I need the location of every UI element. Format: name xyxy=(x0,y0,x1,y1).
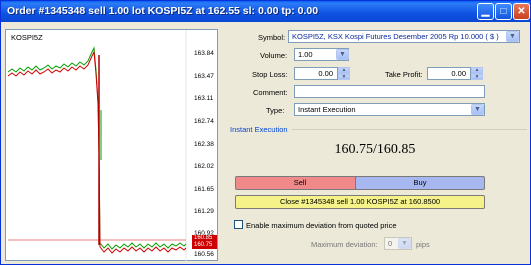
deviation-checkbox-label: Enable maximum deviation from quoted pri… xyxy=(246,221,397,230)
chevron-down-icon[interactable]: ▼ xyxy=(398,238,411,249)
price-axis-label: 163.11 xyxy=(194,95,214,102)
stop-loss-value: 0.00 xyxy=(318,69,333,78)
bid-line xyxy=(7,46,187,250)
pips-label: pips xyxy=(416,240,430,249)
chart-canvas xyxy=(7,30,187,262)
symbol-value: KOSPI5Z, KSX Kospi Futures Desember 2005… xyxy=(292,32,499,41)
chevron-down-icon[interactable]: ▼ xyxy=(336,49,349,60)
close-icon[interactable]: ✕ xyxy=(513,3,530,20)
comment-input[interactable] xyxy=(294,85,485,98)
stop-loss-label: Stop Loss: xyxy=(252,70,288,79)
spin-down-icon[interactable]: ▼ xyxy=(471,73,483,80)
chevron-down-icon[interactable]: ▼ xyxy=(506,31,519,42)
stop-loss-input[interactable]: 0.00 xyxy=(294,67,338,80)
take-profit-value: 0.00 xyxy=(451,69,466,78)
price-axis-label: 162.38 xyxy=(194,141,214,148)
sell-button[interactable]: Sell xyxy=(235,176,365,190)
symbol-label: Symbol: xyxy=(258,33,286,42)
max-deviation-value: 0 xyxy=(388,239,393,248)
chevron-down-icon[interactable]: ▼ xyxy=(471,104,484,115)
take-profit-label: Take Profit: xyxy=(385,70,423,79)
price-chart: KOSPI5Z 163.84 163.47 163.11 162.74 162.… xyxy=(5,29,218,262)
take-profit-spinner[interactable]: ▲ ▼ xyxy=(471,67,483,80)
ask-price-tag: 160.85 xyxy=(192,235,217,242)
volume-label: Volume: xyxy=(260,51,288,60)
type-label: Type: xyxy=(266,106,285,115)
price-axis-label: 163.47 xyxy=(194,73,214,80)
section-divider xyxy=(292,129,527,130)
max-deviation-label: Maximum deviation: xyxy=(311,240,378,249)
price-axis-label: 161.29 xyxy=(194,208,214,215)
minimize-icon[interactable]: ▁ xyxy=(477,3,494,20)
stop-loss-spinner[interactable]: ▲ ▼ xyxy=(338,67,350,80)
price-axis-label: 160.56 xyxy=(194,251,214,258)
price-axis-label: 163.84 xyxy=(194,50,214,57)
buy-button[interactable]: Buy xyxy=(355,176,485,190)
order-window: Order #1345348 sell 1.00 lot KOSPI5Z at … xyxy=(0,0,531,265)
symbol-select[interactable]: KOSPI5Z, KSX Kospi Futures Desember 2005… xyxy=(288,30,520,43)
close-order-button[interactable]: Close #1345348 sell 1.00 KOSPI5Z at 160.… xyxy=(235,195,485,209)
take-profit-input[interactable]: 0.00 xyxy=(427,67,471,80)
type-value: Instant Execution xyxy=(298,105,356,114)
price-axis-label: 161.65 xyxy=(194,186,214,193)
price-axis-label: 162.74 xyxy=(194,118,214,125)
window-title: Order #1345348 sell 1.00 lot KOSPI5Z at … xyxy=(7,5,319,17)
title-bar[interactable]: Order #1345348 sell 1.00 lot KOSPI5Z at … xyxy=(1,1,530,22)
comment-label: Comment: xyxy=(253,88,288,97)
section-label: Instant Execution xyxy=(230,125,288,134)
type-select[interactable]: Instant Execution xyxy=(294,103,485,116)
chart-symbol: KOSPI5Z xyxy=(11,33,43,42)
deviation-checkbox[interactable] xyxy=(234,220,243,229)
ask-line xyxy=(7,50,187,254)
spin-down-icon[interactable]: ▼ xyxy=(338,73,350,80)
bid-ask-quote: 160.75/160.85 xyxy=(334,142,416,157)
volume-value: 1.00 xyxy=(298,50,313,59)
maximize-icon[interactable]: □ xyxy=(495,3,512,20)
bid-price-tag: 160.75 xyxy=(192,242,217,249)
price-axis-label: 162.02 xyxy=(194,163,214,170)
